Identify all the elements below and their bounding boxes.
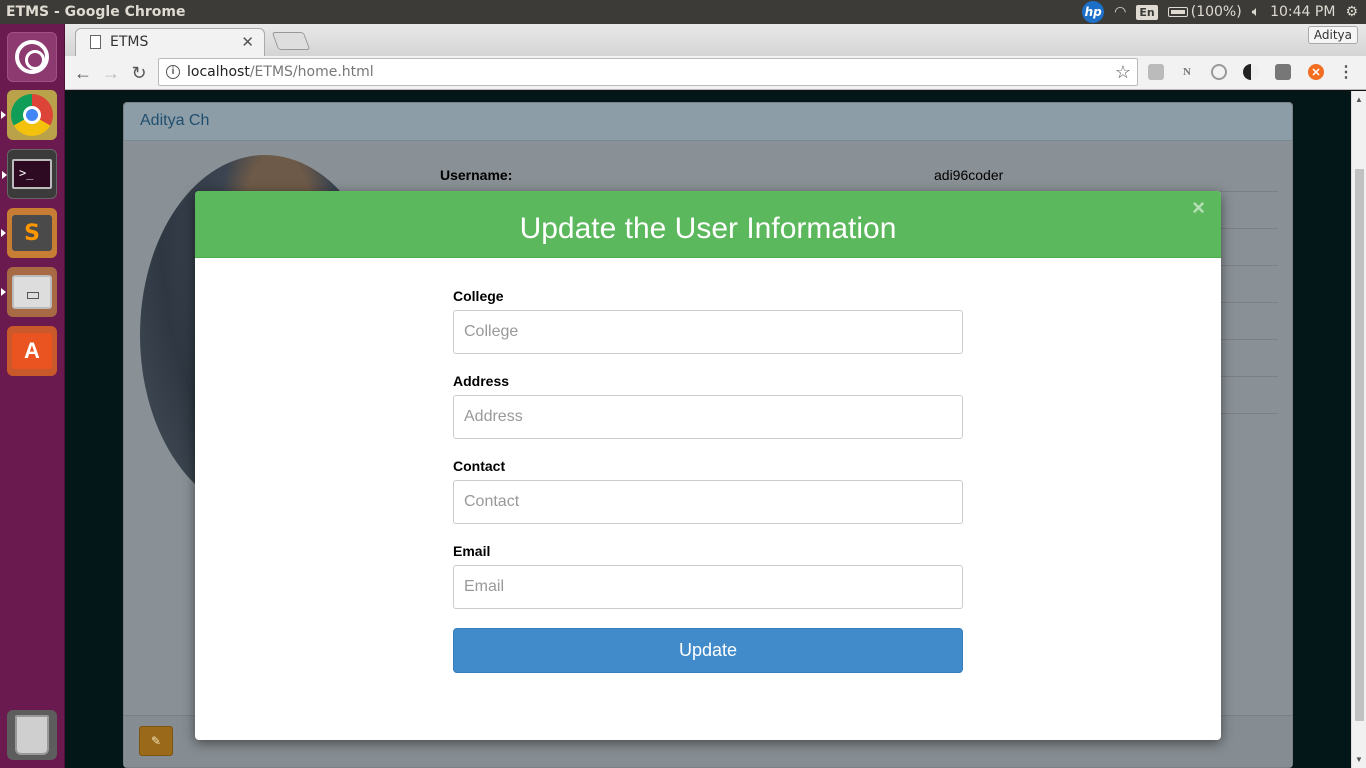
- update-button[interactable]: Update: [453, 628, 963, 673]
- profile-button[interactable]: Aditya: [1307, 26, 1358, 44]
- address-input[interactable]: [453, 395, 963, 439]
- info-value: adi96coder: [934, 167, 1004, 183]
- college-group: College: [453, 288, 963, 354]
- update-user-modal: Update the User Information × College Ad…: [195, 191, 1221, 740]
- site-info-icon[interactable]: i: [166, 65, 180, 79]
- tab-title: ETMS: [110, 34, 149, 50]
- address-group: Address: [453, 373, 963, 439]
- tab-strip: ETMS ✕ Aditya: [65, 24, 1366, 56]
- launcher-chrome[interactable]: [1, 90, 57, 140]
- scroll-up-arrow-icon[interactable]: ▲: [1355, 95, 1363, 104]
- volume-icon[interactable]: 🔈︎: [1252, 4, 1260, 20]
- hp-icon[interactable]: hp: [1082, 1, 1105, 23]
- modal-close-icon[interactable]: ×: [1192, 195, 1205, 221]
- bookmark-star-icon[interactable]: ☆: [1115, 62, 1131, 83]
- battery-percent: (100%): [1190, 4, 1242, 20]
- ubuntu-logo-icon: [15, 40, 49, 74]
- launcher-terminal[interactable]: >_: [2, 149, 57, 199]
- shopping-bag-icon: A: [12, 333, 52, 369]
- page-icon: [90, 35, 101, 49]
- notion-extension-icon[interactable]: N: [1179, 64, 1195, 80]
- app-launcher: >_ S A: [0, 24, 65, 768]
- update-form: College Address Contact Email Update: [453, 288, 963, 673]
- user-full-name: Aditya Ch: [140, 112, 210, 129]
- chrome-icon: [11, 94, 53, 136]
- edit-icon: ✎: [150, 734, 162, 748]
- launcher-trash[interactable]: [7, 710, 57, 760]
- back-arrow-icon[interactable]: ←: [70, 60, 96, 86]
- ubuntu-dash-button[interactable]: [7, 32, 57, 82]
- url-host: localhost: [187, 64, 250, 80]
- system-tray: hp ◠ En (100%) 🔈︎ 10:44 PM ⚙: [1082, 0, 1358, 24]
- ghostery-extension-icon[interactable]: [1211, 64, 1227, 80]
- battery-icon: [1167, 7, 1188, 17]
- running-indicator: [2, 171, 7, 179]
- college-label: College: [453, 288, 504, 304]
- window-title: ETMS - Google Chrome: [6, 4, 186, 20]
- keyboard-language-indicator[interactable]: En: [1136, 4, 1158, 20]
- page-viewport: Aditya Ch Username: adi96coder ✎ Update …: [65, 91, 1366, 768]
- running-indicator: [1, 288, 6, 296]
- tab-close-icon[interactable]: ✕: [241, 33, 254, 51]
- info-row-username: Username: adi96coder: [424, 155, 1278, 192]
- settings-gear-icon[interactable]: ⚙: [1345, 4, 1358, 20]
- email-label: Email: [453, 543, 491, 559]
- running-indicator: [1, 111, 6, 119]
- scroll-down-arrow-icon[interactable]: ▼: [1355, 755, 1363, 764]
- modal-header: Update the User Information ×: [195, 191, 1221, 258]
- contact-group: Contact: [453, 458, 963, 524]
- scrollbar-thumb[interactable]: [1355, 169, 1364, 721]
- battery-indicator[interactable]: (100%): [1167, 4, 1242, 20]
- email-group: Email: [453, 543, 963, 609]
- edit-profile-button[interactable]: ✎: [139, 726, 173, 756]
- system-top-panel: ETMS - Google Chrome hp ◠ En (100%) 🔈︎ 1…: [0, 0, 1366, 24]
- modal-title: Update the User Information: [519, 212, 897, 245]
- forward-arrow-icon[interactable]: →: [98, 60, 124, 86]
- wifi-icon[interactable]: ◠: [1114, 4, 1126, 20]
- contact-label: Contact: [453, 458, 506, 474]
- close-circle-extension-icon[interactable]: ✕: [1308, 64, 1324, 80]
- browser-window: ETMS ✕ Aditya ← → ↻ i localhost/ETMS/hom…: [65, 24, 1366, 768]
- browser-toolbar: ← → ↻ i localhost/ETMS/home.html ☆ N ✕ ⋮: [65, 56, 1366, 90]
- reload-icon[interactable]: ↻: [126, 60, 152, 86]
- pocket-extension-icon[interactable]: [1275, 64, 1291, 80]
- address-bar[interactable]: i localhost/ETMS/home.html ☆: [158, 58, 1138, 86]
- terminal-icon: >_: [12, 159, 52, 189]
- image-extension-icon[interactable]: [1148, 64, 1164, 80]
- url-text: localhost/ETMS/home.html: [187, 64, 374, 80]
- sublime-text-icon: S: [12, 215, 52, 251]
- address-label: Address: [453, 373, 510, 389]
- clock[interactable]: 10:44 PM: [1270, 4, 1335, 20]
- contact-input[interactable]: [453, 480, 963, 524]
- page-scrollbar[interactable]: ▲ ▼: [1351, 91, 1366, 768]
- email-input[interactable]: [453, 565, 963, 609]
- file-cabinet-icon: [12, 275, 52, 309]
- tab-etms[interactable]: ETMS ✕: [75, 28, 265, 56]
- chrome-menu-icon[interactable]: ⋮: [1338, 64, 1354, 81]
- dark-mode-extension-icon[interactable]: [1243, 64, 1259, 80]
- url-path: /ETMS/home.html: [249, 64, 374, 80]
- launcher-software-center[interactable]: A: [7, 326, 57, 376]
- college-input[interactable]: [453, 310, 963, 354]
- launcher-files[interactable]: [1, 267, 57, 317]
- info-key: Username:: [440, 167, 513, 183]
- launcher-sublime-text[interactable]: S: [1, 208, 57, 258]
- running-indicator: [1, 229, 6, 237]
- panel-heading: Aditya Ch: [124, 103, 1292, 141]
- new-tab-button[interactable]: [271, 32, 311, 50]
- trash-icon: [15, 715, 49, 755]
